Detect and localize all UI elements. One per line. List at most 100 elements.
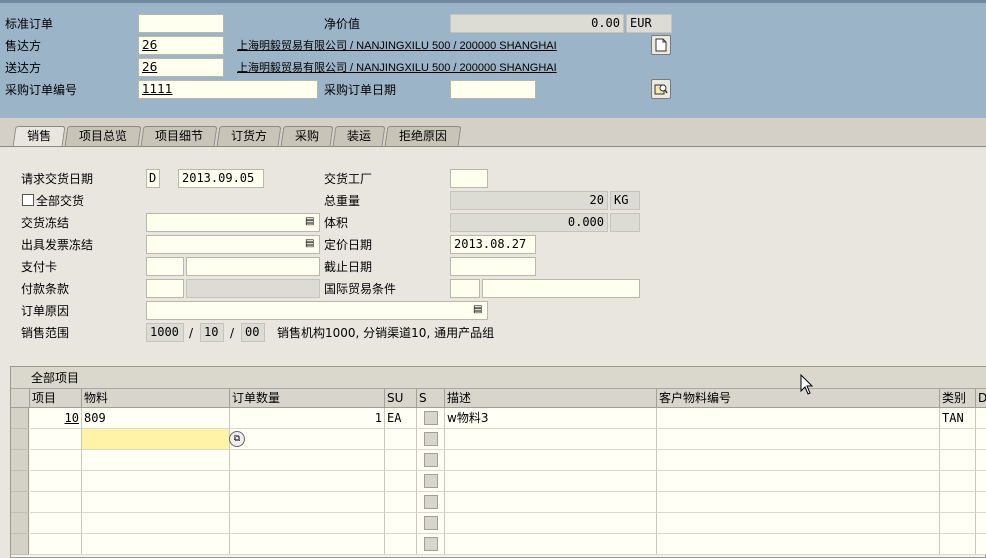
table-cell[interactable] (657, 534, 940, 555)
row-selector[interactable] (11, 471, 29, 492)
table-cell[interactable] (445, 450, 657, 471)
table-cell[interactable] (82, 471, 230, 492)
row-selector[interactable] (11, 408, 29, 429)
table-cell[interactable] (657, 471, 940, 492)
table-cell[interactable] (940, 513, 976, 534)
col-su[interactable]: SU (385, 389, 417, 408)
tab-item-overview[interactable]: 项目总览 (64, 126, 142, 146)
table-cell[interactable] (445, 513, 657, 534)
col-description[interactable]: 描述 (445, 389, 657, 408)
table-cell[interactable]: EA (385, 408, 417, 429)
table-cell[interactable] (82, 492, 230, 513)
value-help-icon[interactable]: ⧉ (229, 431, 245, 447)
table-cell[interactable] (30, 492, 82, 513)
payment-card-type-field[interactable] (146, 257, 184, 276)
tab-sales[interactable]: 销售 (12, 126, 66, 147)
table-cell[interactable] (940, 429, 976, 450)
table-cell[interactable] (445, 471, 657, 492)
table-cell[interactable] (30, 471, 82, 492)
table-cell[interactable] (230, 492, 385, 513)
table-cell[interactable] (976, 408, 986, 429)
req-delivery-date-type[interactable]: D (146, 169, 160, 188)
table-cell[interactable] (940, 492, 976, 513)
list-select-icon[interactable]: ▤ (473, 301, 482, 319)
table-cell[interactable] (417, 513, 445, 534)
table-cell[interactable] (417, 408, 445, 429)
col-order-qty[interactable]: 订单数量 (230, 389, 385, 408)
table-cell[interactable] (82, 534, 230, 555)
order-reason-field[interactable] (146, 301, 488, 320)
select-all-header[interactable] (11, 389, 30, 408)
table-cell[interactable] (385, 471, 417, 492)
table-cell[interactable] (82, 513, 230, 534)
req-delivery-date-field[interactable]: 2013.09.05 (178, 169, 264, 188)
table-cell[interactable] (657, 450, 940, 471)
col-s[interactable]: S (417, 389, 445, 408)
table-cell[interactable] (417, 534, 445, 555)
tab-procurement[interactable]: 采购 (280, 126, 334, 146)
table-cell[interactable] (82, 450, 230, 471)
table-cell[interactable] (940, 534, 976, 555)
col-category[interactable]: 类别 (940, 389, 976, 408)
table-cell[interactable] (657, 408, 940, 429)
table-cell[interactable] (82, 429, 230, 450)
table-cell[interactable] (417, 471, 445, 492)
row-selector[interactable] (11, 534, 29, 555)
table-cell[interactable] (976, 429, 986, 450)
row-selector[interactable] (11, 429, 29, 450)
table-cell[interactable] (445, 534, 657, 555)
table-cell[interactable] (940, 471, 976, 492)
tab-reason-rejection[interactable]: 拒绝原因 (384, 126, 462, 146)
table-cell[interactable]: TAN (940, 408, 976, 429)
col-customer-material[interactable]: 客户物料编号 (657, 389, 940, 408)
table-cell[interactable] (657, 513, 940, 534)
sold-to-field[interactable]: 26 (138, 36, 224, 55)
col-item[interactable]: 项目 (30, 389, 82, 408)
po-number-field[interactable]: 1111 (138, 80, 318, 99)
table-cell[interactable] (385, 429, 417, 450)
table-cell[interactable] (445, 429, 657, 450)
billing-block-field[interactable] (146, 235, 320, 254)
table-cell[interactable] (976, 450, 986, 471)
table-cell[interactable] (445, 492, 657, 513)
table-cell[interactable] (385, 513, 417, 534)
col-material[interactable]: 物料 (82, 389, 230, 408)
row-selector[interactable] (11, 492, 29, 513)
delivery-block-field[interactable] (146, 213, 320, 232)
table-cell[interactable] (230, 471, 385, 492)
table-cell[interactable] (230, 513, 385, 534)
table-cell[interactable] (417, 450, 445, 471)
payment-card-field[interactable] (186, 257, 320, 276)
sold-to-address[interactable]: 上海明毅贸易有限公司 / NANJINGXILU 500 / 200000 SH… (237, 37, 557, 55)
complete-delivery-checkbox[interactable] (22, 194, 34, 206)
table-cell[interactable] (30, 513, 82, 534)
row-selector[interactable] (11, 513, 29, 534)
table-cell[interactable] (417, 429, 445, 450)
po-date-field[interactable] (450, 80, 536, 99)
row-selector[interactable] (11, 450, 29, 471)
tab-item-detail[interactable]: 项目细节 (140, 126, 218, 146)
tab-ordering-party[interactable]: 订货方 (216, 126, 282, 146)
table-cell[interactable] (657, 492, 940, 513)
table-cell[interactable] (30, 450, 82, 471)
table-cell[interactable]: w物料3 (445, 408, 657, 429)
table-cell[interactable] (385, 450, 417, 471)
table-cell[interactable] (417, 492, 445, 513)
ship-to-field[interactable]: 26 (138, 58, 224, 77)
table-cell[interactable]: 809 (82, 408, 230, 429)
expiry-date-field[interactable] (450, 257, 536, 276)
table-cell[interactable] (657, 429, 940, 450)
display-icon[interactable] (651, 79, 671, 99)
table-cell[interactable] (976, 513, 986, 534)
table-cell[interactable] (976, 492, 986, 513)
list-select-icon[interactable]: ▤ (305, 235, 314, 253)
table-cell[interactable] (230, 429, 385, 450)
document-icon[interactable] (651, 35, 671, 55)
table-cell[interactable] (976, 534, 986, 555)
table-cell[interactable] (385, 492, 417, 513)
pricing-date-field[interactable]: 2013.08.27 (450, 235, 536, 254)
table-cell[interactable]: 1 (230, 408, 385, 429)
tab-shipping[interactable]: 装运 (332, 126, 386, 146)
ship-to-address[interactable]: 上海明毅贸易有限公司 / NANJINGXILU 500 / 200000 SH… (237, 59, 557, 77)
incoterms-field[interactable] (450, 279, 480, 298)
